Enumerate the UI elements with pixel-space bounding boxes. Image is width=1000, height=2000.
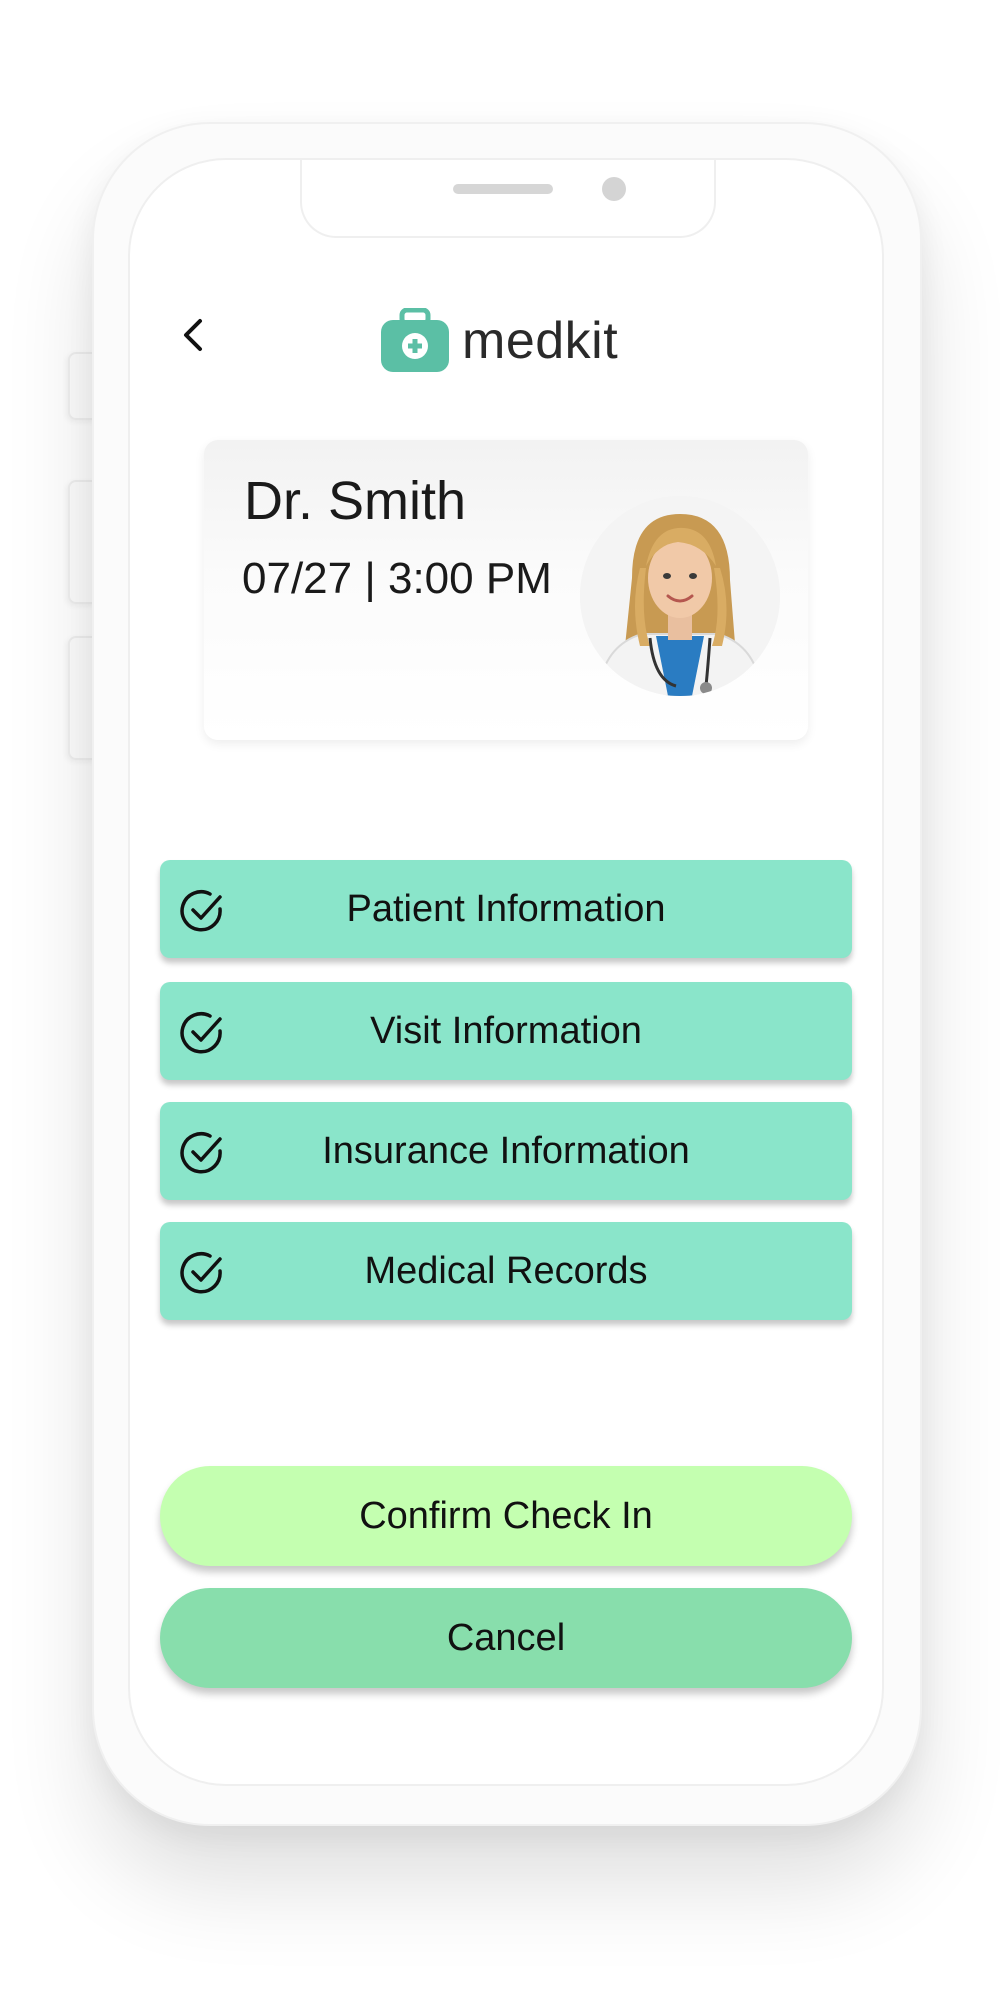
doctor-name: Dr. Smith	[244, 471, 467, 531]
checklist-label: Patient Information	[346, 888, 666, 930]
checklist-item-visit-information[interactable]: Visit Information	[160, 982, 852, 1080]
checklist-item-insurance-information[interactable]: Insurance Information	[160, 1102, 852, 1200]
checklist-item-patient-information[interactable]: Patient Information	[160, 860, 852, 958]
app-logo: medkit	[380, 307, 619, 374]
phone-notch	[300, 160, 716, 238]
device-mockup: medkit Dr. Smith 07/27 | 3:00 PM Patient…	[0, 0, 1000, 2000]
cancel-button[interactable]: Cancel	[160, 1588, 852, 1688]
confirm-check-in-button[interactable]: Confirm Check In	[160, 1466, 852, 1566]
checklist-label: Medical Records	[364, 1250, 648, 1292]
appointment-card: Dr. Smith 07/27 | 3:00 PM	[204, 440, 808, 740]
front-camera	[602, 177, 626, 201]
doctor-avatar	[580, 496, 780, 696]
medical-kit-icon	[380, 307, 450, 374]
logo-text: medkit	[462, 312, 619, 370]
app-screen: medkit Dr. Smith 07/27 | 3:00 PM Patient…	[128, 158, 884, 1786]
chevron-left-icon	[184, 319, 202, 351]
speaker-grille	[453, 184, 553, 194]
checklist-label: Visit Information	[370, 1010, 642, 1052]
checklist-label: Insurance Information	[322, 1130, 690, 1172]
appointment-datetime: 07/27 | 3:00 PM	[242, 554, 552, 603]
checklist-item-medical-records[interactable]: Medical Records	[160, 1222, 852, 1320]
back-button[interactable]	[168, 310, 218, 360]
